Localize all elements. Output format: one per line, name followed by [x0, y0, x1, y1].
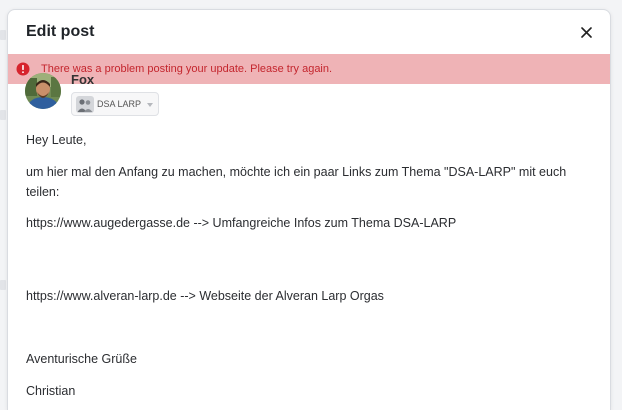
post-editor[interactable]: Hey Leute, um hier mal den Anfang zu mac… [8, 128, 610, 410]
background-hint [0, 30, 6, 40]
post-signature: Christian [26, 384, 76, 398]
avatar [25, 73, 61, 109]
background-hint [0, 280, 6, 290]
dialog-header: Edit post [8, 10, 610, 54]
group-name: DSA LARP [97, 99, 142, 109]
author-name: Fox [71, 72, 95, 87]
close-icon [580, 26, 592, 38]
post-closing: Aventurische Grüße [26, 352, 137, 366]
post-intro: um hier mal den Anfang zu machen, möchte… [26, 165, 567, 199]
post-link-2: https://www.alveran-larp.de --> Webseite… [26, 289, 384, 303]
background-hint [0, 110, 6, 120]
close-button[interactable] [576, 22, 596, 42]
group-selector[interactable]: DSA LARP [71, 92, 159, 116]
post-greeting: Hey Leute, [26, 133, 87, 147]
error-banner: There was a problem posting your update.… [8, 54, 610, 84]
edit-post-dialog: Edit post There was a problem posting yo… [7, 9, 611, 410]
chevron-down-icon [147, 103, 153, 107]
error-circle-icon [16, 62, 30, 76]
group-avatar-icon [76, 96, 94, 113]
avatar-photo [25, 73, 61, 109]
dialog-title: Edit post [26, 23, 95, 40]
post-link-1: https://www.augedergasse.de --> Umfangre… [26, 216, 457, 230]
